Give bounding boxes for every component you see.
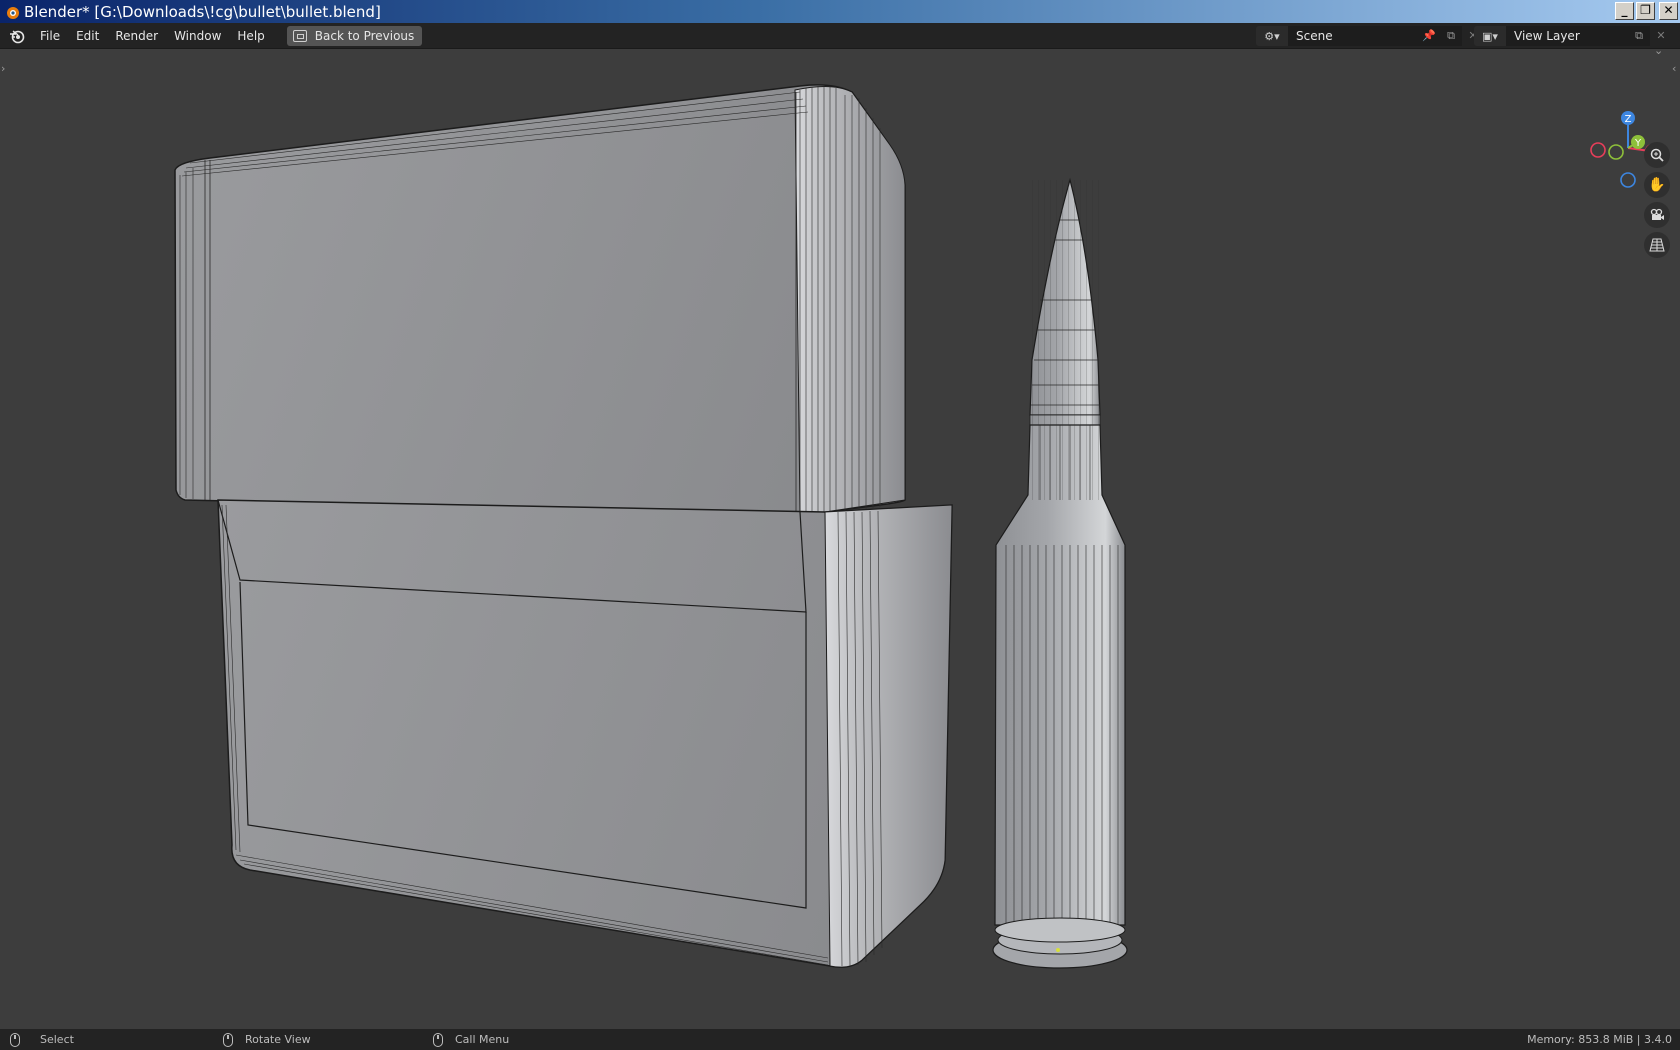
new-scene-icon[interactable]: ⧉ xyxy=(1440,26,1462,46)
status-call-menu: Call Menu xyxy=(433,1029,509,1050)
z-axis-label: Z xyxy=(1625,114,1632,125)
3d-viewport[interactable]: › ‹ ⌄ Z Y ✋ xyxy=(0,50,1680,1029)
blender-app-icon xyxy=(7,6,19,19)
middle-mouse-icon xyxy=(223,1032,233,1047)
status-rotate-label: Rotate View xyxy=(245,1033,311,1046)
close-button[interactable]: ✕ xyxy=(1659,2,1678,20)
memory-version-info: Memory: 853.8 MiB | 3.4.0 xyxy=(1527,1033,1672,1046)
delete-view-layer-icon[interactable]: ✕ xyxy=(1650,26,1672,46)
scene-browse-dropdown[interactable]: ⚙▾ xyxy=(1256,26,1288,46)
camera-view-button[interactable] xyxy=(1644,202,1670,228)
scene-icon: ⚙▾ xyxy=(1264,29,1280,43)
camera-icon xyxy=(1650,208,1664,220)
scene-name: Scene xyxy=(1296,29,1333,43)
minimize-button[interactable]: _ xyxy=(1615,2,1634,20)
view-layer-selector: ▣▾ View Layer ⧉ ✕ xyxy=(1474,26,1672,46)
back-to-previous-label: Back to Previous xyxy=(314,28,415,43)
view-layer-icon: ▣▾ xyxy=(1482,29,1498,43)
restore-button[interactable]: ❐ xyxy=(1636,2,1655,20)
new-view-layer-icon[interactable]: ⧉ xyxy=(1628,26,1650,46)
scene-selector: ⚙▾ Scene 📌 ⧉ ✕ xyxy=(1256,26,1484,46)
perspective-toggle-button[interactable] xyxy=(1644,232,1670,258)
pan-view-button[interactable]: ✋ xyxy=(1644,172,1670,198)
menu-edit[interactable]: Edit xyxy=(68,23,107,49)
menu-file[interactable]: File xyxy=(32,23,68,49)
top-menu-bar: File Edit Render Window Help Back to Pre… xyxy=(0,23,1680,49)
status-call-menu-label: Call Menu xyxy=(455,1033,510,1046)
status-bar: Select Rotate View Call Menu Memory: 853… xyxy=(0,1029,1680,1050)
object-origin-marker xyxy=(1056,948,1060,952)
right-mouse-icon xyxy=(433,1032,443,1047)
y-axis-label: Y xyxy=(1634,138,1642,149)
pin-icon[interactable]: 📌 xyxy=(1418,26,1440,46)
window-title: Blender* [G:\Downloads\!cg\bullet\bullet… xyxy=(24,2,381,21)
view-layer-browse-dropdown[interactable]: ▣▾ xyxy=(1474,26,1506,46)
box-lid-mesh xyxy=(174,84,906,515)
screen-back-icon xyxy=(292,29,307,42)
zoom-icon xyxy=(1650,148,1664,162)
box-body-mesh xyxy=(217,499,953,968)
back-to-previous-button[interactable]: Back to Previous xyxy=(286,25,423,46)
menu-render[interactable]: Render xyxy=(107,23,166,49)
menu-help[interactable]: Help xyxy=(229,23,272,49)
window-controls: _ ❐ ✕ xyxy=(1615,2,1678,20)
menu-window[interactable]: Window xyxy=(166,23,229,49)
scene-name-field[interactable]: Scene xyxy=(1288,26,1418,46)
grid-icon xyxy=(1649,238,1665,252)
negative-y-axis-handle xyxy=(1608,144,1624,160)
left-mouse-icon xyxy=(10,1032,20,1047)
status-select: Select xyxy=(10,1029,74,1050)
negative-z-axis-handle xyxy=(1620,172,1636,188)
negative-x-axis-handle xyxy=(1590,142,1606,158)
hand-icon: ✋ xyxy=(1648,177,1666,193)
bullet-mesh xyxy=(992,177,1128,969)
view-layer-name: View Layer xyxy=(1514,29,1580,43)
status-select-label: Select xyxy=(40,1033,74,1046)
status-rotate-view: Rotate View xyxy=(223,1029,311,1050)
blender-menu-icon[interactable] xyxy=(8,27,26,45)
window-title-bar: Blender* [G:\Downloads\!cg\bullet\bullet… xyxy=(0,0,1680,23)
view-layer-name-field[interactable]: View Layer xyxy=(1506,26,1628,46)
viewport-render xyxy=(174,84,1128,969)
zoom-view-button[interactable] xyxy=(1644,142,1670,168)
